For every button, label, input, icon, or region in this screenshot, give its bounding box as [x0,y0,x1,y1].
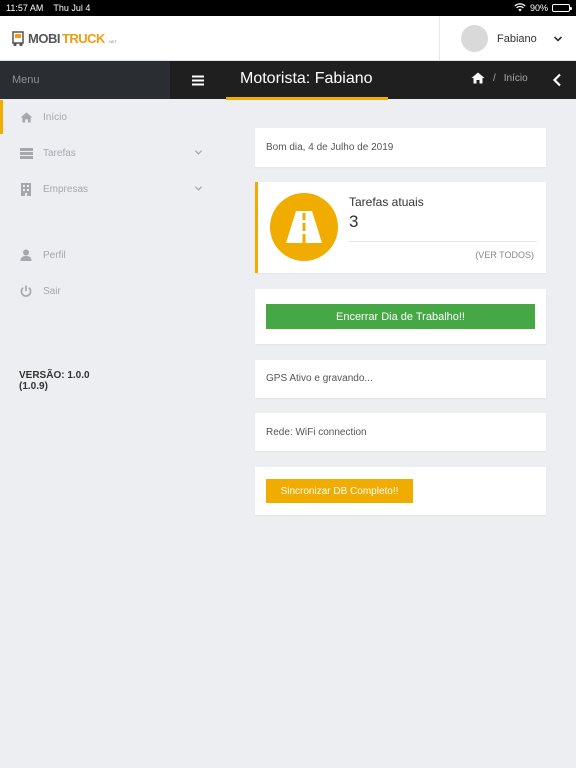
chevron-down-icon[interactable] [553,34,563,44]
mobitruck-logo[interactable]: MOBI TRUCK .NET [10,29,117,47]
sidebar-item-inicio[interactable]: Início [0,100,226,134]
sidebar: Início Tarefas Empresas Perfil Sair VERS… [0,99,226,768]
greeting-card: Bom dia, 4 de Julho de 2019 [255,128,546,167]
chevron-down-icon [194,186,203,191]
page-title-underline [226,97,388,100]
sidebar-item-perfil[interactable]: Perfil [0,238,226,272]
sidebar-item-label: Perfil [43,249,66,261]
sidebar-item-label: Sair [43,285,61,297]
status-bar: 11:57 AM Thu Jul 4 90% [0,0,576,16]
view-all-link[interactable]: (VER TODOS) [475,250,534,260]
current-tasks-card: Tarefas atuais 3 (VER TODOS) [255,182,546,273]
logo-brand-suffix: .NET [107,38,118,44]
sidebar-item-label: Início [43,111,67,123]
sidebar-item-sair[interactable]: Sair [0,274,226,308]
battery-percent: 90% [529,3,548,13]
hamburger-icon [192,75,204,85]
divider [349,241,537,242]
network-status-text: Rede: WiFi connection [266,427,367,438]
breadcrumb-current: Início [503,72,528,84]
user-name[interactable]: Fabiano [497,33,537,45]
top-header: MOBI TRUCK .NET Fabiano [0,16,576,61]
sidebar-item-label: Tarefas [43,147,76,159]
wifi-icon [514,2,526,14]
chevron-down-icon [194,150,203,155]
home-icon[interactable] [471,72,485,84]
sidebar-item-empresas[interactable]: Empresas [0,172,226,206]
list-icon [19,146,33,160]
app-version: VERSÃO: 1.0.0 (1.0.9) [19,370,90,392]
network-status-card: Rede: WiFi connection [255,413,546,451]
menu-label: Menu [12,74,40,86]
breadcrumb-separator: / [493,72,496,84]
power-icon [19,284,33,298]
logo-brand-part2: TRUCK [61,30,106,46]
end-workday-button[interactable]: Encerrar Dia de Trabalho!! [266,304,535,329]
tasks-label: Tarefas atuais [349,195,424,209]
breadcrumb: / Início [471,72,528,84]
version-line-1: VERSÃO: 1.0.0 [19,370,90,381]
battery-icon [552,4,572,12]
building-icon [19,182,33,196]
end-day-card: Encerrar Dia de Trabalho!! [255,289,546,344]
hamburger-button[interactable] [170,61,226,99]
logo-brand-part1: MOBI [28,30,60,46]
avatar[interactable] [461,25,488,52]
sync-card: Sincronizar DB Completo!! [255,467,546,515]
status-time: 11:57 AM [6,3,44,13]
sync-db-button[interactable]: Sincronizar DB Completo!! [266,479,413,503]
sidebar-item-label: Empresas [43,183,89,195]
page-title: Motorista: Fabiano [240,70,373,87]
version-line-2: (1.0.9) [19,381,48,392]
chevron-left-icon[interactable] [551,73,563,87]
gps-status-card: GPS Ativo e gravando... [255,360,546,398]
user-icon [19,248,33,262]
home-icon [19,110,33,124]
user-menu[interactable]: Fabiano [439,16,576,61]
navbar: Menu Motorista: Fabiano / Início [0,61,576,100]
greeting-text: Bom dia, 4 de Julho de 2019 [266,142,394,153]
road-icon [270,193,338,261]
status-date: Thu Jul 4 [53,3,91,13]
gps-status-text: GPS Ativo e gravando... [266,373,373,384]
sidebar-item-tarefas[interactable]: Tarefas [0,136,226,170]
tasks-count: 3 [349,212,359,231]
truck-logo-icon [12,31,24,47]
